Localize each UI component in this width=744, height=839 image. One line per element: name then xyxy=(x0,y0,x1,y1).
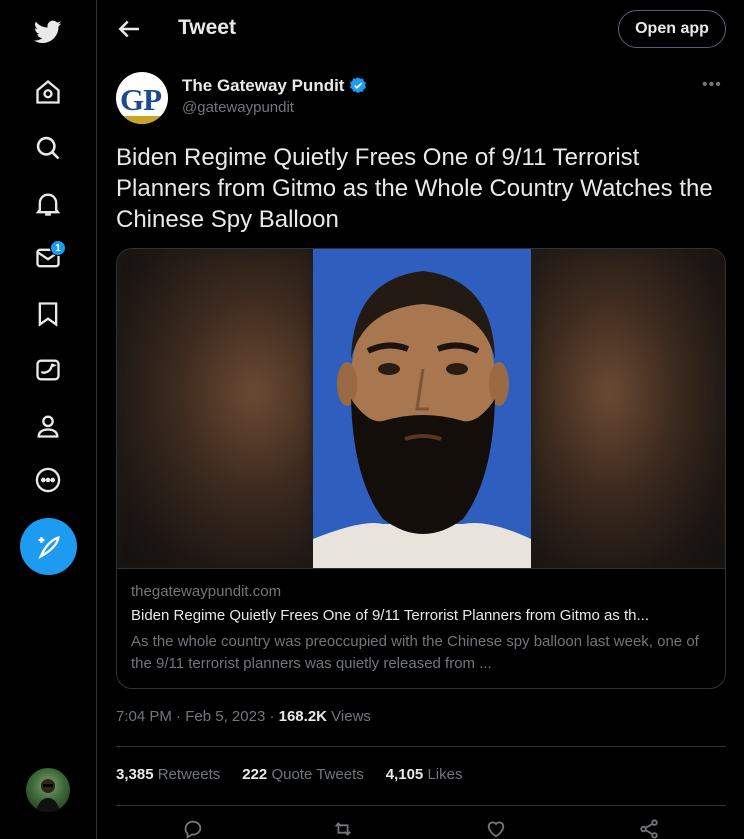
author-avatar[interactable]: GP xyxy=(116,72,168,124)
messages-icon[interactable]: 1 xyxy=(28,238,68,278)
like-icon[interactable] xyxy=(485,818,509,839)
likes-stat[interactable]: 4,105 Likes xyxy=(386,766,463,783)
home-icon[interactable] xyxy=(28,72,68,112)
profile-icon[interactable] xyxy=(28,406,68,446)
compose-tweet-button[interactable] xyxy=(20,518,77,575)
quotes-label: Quote Tweets xyxy=(271,766,364,783)
engagement-stats: 3,385 Retweets 222 Quote Tweets 4,105 Li… xyxy=(116,766,462,783)
twitter-blue-icon[interactable] xyxy=(28,350,68,390)
likes-label: Likes xyxy=(427,766,463,783)
account-avatar[interactable] xyxy=(26,768,70,812)
search-icon[interactable] xyxy=(28,128,68,168)
retweet-icon[interactable] xyxy=(332,818,356,839)
quotes-stat[interactable]: 222 Quote Tweets xyxy=(242,766,363,783)
blurred-side-left xyxy=(117,249,313,568)
tweet-text: Biden Regime Quietly Frees One of 9/11 T… xyxy=(116,144,713,233)
retweets-stat[interactable]: 3,385 Retweets xyxy=(116,766,220,783)
card-image xyxy=(117,249,725,569)
likes-count: 4,105 xyxy=(385,766,424,783)
open-app-button[interactable]: Open app xyxy=(618,10,726,48)
retweets-count: 3,385 xyxy=(116,766,154,783)
more-options-icon[interactable]: ••• xyxy=(702,76,722,94)
compose-icon xyxy=(37,535,60,559)
logo-stripe xyxy=(116,116,168,124)
sidebar-nav: 1 xyxy=(0,0,97,839)
blurred-side-right xyxy=(531,249,725,568)
views-label: Views xyxy=(331,708,371,725)
tweet-date[interactable]: Feb 5, 2023 xyxy=(185,708,265,725)
card-title: Biden Regime Quietly Frees One of 9/11 T… xyxy=(131,607,649,624)
card-description: As the whole country was preoccupied wit… xyxy=(131,633,699,672)
more-icon[interactable] xyxy=(28,460,68,500)
top-bar: Tweet Open app xyxy=(98,0,744,58)
author-handle[interactable]: @gatewaypundit xyxy=(182,99,294,116)
card-domain: thegatewaypundit.com xyxy=(131,583,282,600)
tweet-time[interactable]: 7:04 PM xyxy=(116,708,172,725)
share-icon[interactable] xyxy=(638,818,662,839)
link-card[interactable]: thegatewaypundit.com Biden Regime Quietl… xyxy=(116,248,726,689)
author-name: The Gateway Pundit xyxy=(182,76,345,95)
author-name-row[interactable]: The Gateway Pundit xyxy=(182,76,368,96)
reply-icon[interactable] xyxy=(182,818,206,839)
bookmark-icon[interactable] xyxy=(28,294,68,334)
retweets-label: Retweets xyxy=(157,766,221,783)
views-count: 168.2K xyxy=(278,708,327,725)
meta-separator: · xyxy=(176,708,182,725)
tweet-detail: Tweet Open app GP The Gateway Pundit @ga… xyxy=(98,0,744,839)
verified-badge-icon xyxy=(350,77,367,94)
page-title: Tweet xyxy=(178,16,236,39)
divider xyxy=(116,746,726,747)
quotes-count: 222 xyxy=(242,766,268,783)
twitter-logo-icon[interactable] xyxy=(28,12,68,52)
mugshot-photo xyxy=(313,249,531,568)
back-arrow-icon[interactable] xyxy=(114,14,144,44)
action-bar xyxy=(98,818,744,839)
notifications-icon[interactable] xyxy=(28,184,68,224)
messages-badge: 1 xyxy=(50,240,66,256)
tweet-meta: 7:04 PM · Feb 5, 2023 · 168.2K Views xyxy=(116,708,371,725)
divider xyxy=(116,805,726,806)
meta-separator: · xyxy=(269,708,275,725)
author-avatar-text: GP xyxy=(120,82,162,117)
